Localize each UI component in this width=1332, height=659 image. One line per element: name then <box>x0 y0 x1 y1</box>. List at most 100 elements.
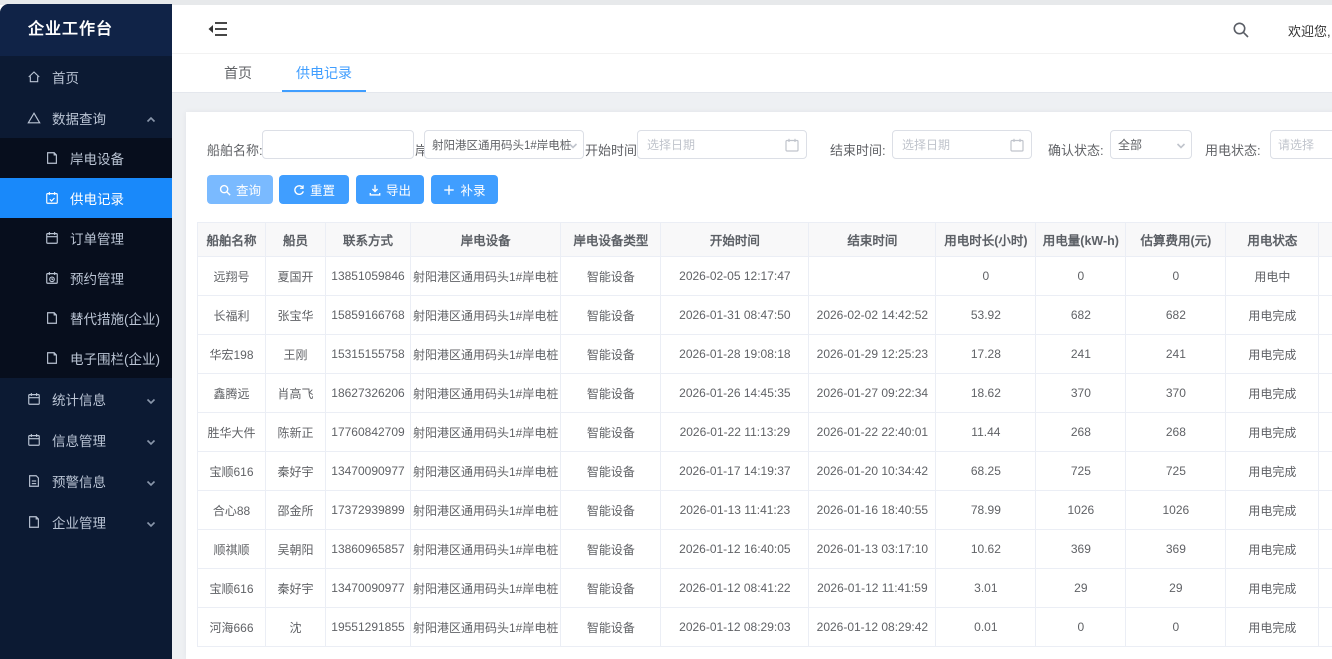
collapse-sidebar-icon[interactable] <box>208 20 228 38</box>
export-button[interactable]: 导出 <box>356 175 424 204</box>
reset-button[interactable]: 重置 <box>279 175 349 204</box>
table-cell: 78.99 <box>936 491 1036 530</box>
table-cell: 13470090977 <box>326 569 411 608</box>
table-cell: 射阳港区通用码头1#岸电桩 <box>411 296 561 335</box>
table-cell: 张宝华 <box>266 296 326 335</box>
table-cell: 沈 <box>266 608 326 647</box>
chevron-down-icon <box>146 476 156 486</box>
table-cell: 长福利 <box>198 296 266 335</box>
table-cell: 68.25 <box>936 452 1036 491</box>
tab-bar: 首页供电记录 <box>172 54 1332 93</box>
column-header: 用电状态 <box>1226 223 1319 257</box>
table-cell: 胜华大件 <box>198 413 266 452</box>
column-header-clipped <box>1319 223 1332 257</box>
column-header: 船员 <box>266 223 326 257</box>
table-cell: 远翔号 <box>198 257 266 296</box>
chevron-down-icon <box>568 140 578 150</box>
table-cell: 17372939899 <box>326 491 411 530</box>
sidebar-item-data-query[interactable]: 数据查询 <box>0 97 172 138</box>
table-cell: 2026-02-05 12:17:47 <box>661 257 809 296</box>
table-cell: 用电完成 <box>1226 452 1319 491</box>
table-cell: 369 <box>1126 530 1226 569</box>
table-row: 长福利张宝华15859166768射阳港区通用码头1#岸电桩智能设备2026-0… <box>198 296 1332 335</box>
table-cell: 射阳港区通用码头1#岸电桩 <box>411 374 561 413</box>
document-icon <box>44 150 60 166</box>
table-cell: 射阳港区通用码头1#岸电桩 <box>411 452 561 491</box>
sidebar-item-alt-measures[interactable]: 替代措施(企业) <box>0 298 172 338</box>
chevron-up-icon <box>146 113 156 123</box>
calendar-icon <box>785 138 799 152</box>
table-cell: 3.01 <box>936 569 1036 608</box>
end-date-input[interactable]: 选择日期 <box>892 130 1032 159</box>
table-cell: 0 <box>1036 257 1126 296</box>
sidebar-item-order-mgmt[interactable]: 订单管理 <box>0 218 172 258</box>
table-cell: 邵金所 <box>266 491 326 530</box>
sidebar-item-shore-device[interactable]: 岸电设备 <box>0 138 172 178</box>
sidebar-item-booking-mgmt[interactable]: 预约管理 <box>0 258 172 298</box>
table-cell: 2026-01-22 22:40:01 <box>809 413 936 452</box>
query-button[interactable]: 查询 <box>207 175 273 204</box>
reset-button-label: 重置 <box>310 180 335 199</box>
sidebar-item-e-fence[interactable]: 电子围栏(企业) <box>0 338 172 378</box>
table-cell: 用电完成 <box>1226 296 1319 335</box>
sidebar-item-warning-info[interactable]: 预警信息 <box>0 460 172 501</box>
table-cell: 肖高飞 <box>266 374 326 413</box>
sidebar-item-power-records[interactable]: 供电记录 <box>0 178 172 218</box>
device-select-value: 射阳港区通用码头1#岸电桩 <box>432 137 571 153</box>
table-cell: 2026-01-17 14:19:37 <box>661 452 809 491</box>
table-cell: 10.62 <box>936 530 1036 569</box>
column-header: 联系方式 <box>326 223 411 257</box>
table-cell: 0 <box>1126 608 1226 647</box>
table-cell: 智能设备 <box>561 452 661 491</box>
table-cell: 2026-01-27 09:22:34 <box>809 374 936 413</box>
table-cell-clipped <box>1319 335 1332 374</box>
table-cell: 682 <box>1036 296 1126 335</box>
search-icon[interactable] <box>1232 21 1250 39</box>
table-cell: 华宏198 <box>198 335 266 374</box>
device-select[interactable]: 射阳港区通用码头1#岸电桩 <box>424 130 584 159</box>
table-cell: 370 <box>1126 374 1226 413</box>
ship-name-input[interactable] <box>262 130 414 159</box>
table-cell <box>809 257 936 296</box>
table-cell: 合心88 <box>198 491 266 530</box>
table-cell: 13470090977 <box>326 452 411 491</box>
table-row: 华宏198王刚15315155758射阳港区通用码头1#岸电桩智能设备2026-… <box>198 335 1332 374</box>
sidebar-item-label: 岸电设备 <box>70 148 124 168</box>
sidebar-item-enterprise-mgmt[interactable]: 企业管理 <box>0 501 172 542</box>
column-header: 结束时间 <box>809 223 936 257</box>
table-cell: 射阳港区通用码头1#岸电桩 <box>411 608 561 647</box>
calendar-clock-icon <box>44 270 60 286</box>
calendar-icon <box>26 432 42 448</box>
file-icon <box>26 473 42 489</box>
records-card: 船舶名称: 岸电设备: 射阳港区通用码头1#岸电桩 开始时间: 选择日期 结束时… <box>186 112 1332 659</box>
start-time-label: 开始时间: <box>585 137 641 165</box>
table-cell: 智能设备 <box>561 491 661 530</box>
table-header-row: 船舶名称船员联系方式岸电设备岸电设备类型开始时间结束时间用电时长(小时)用电量(… <box>198 223 1332 257</box>
tab-power-records[interactable]: 供电记录 <box>274 54 374 92</box>
sidebar-item-stats-info[interactable]: 统计信息 <box>0 378 172 419</box>
start-date-input[interactable]: 选择日期 <box>637 130 807 159</box>
document-icon <box>44 310 60 326</box>
confirm-status-select[interactable]: 全部 <box>1110 130 1192 159</box>
power-status-select[interactable]: 请选择 <box>1270 130 1332 159</box>
content-background: 船舶名称: 岸电设备: 射阳港区通用码头1#岸电桩 开始时间: 选择日期 结束时… <box>172 93 1332 659</box>
document-icon <box>26 514 42 530</box>
table-cell: 53.92 <box>936 296 1036 335</box>
column-header: 船舶名称 <box>198 223 266 257</box>
tab-home[interactable]: 首页 <box>202 54 274 92</box>
sidebar-item-info-mgmt[interactable]: 信息管理 <box>0 419 172 460</box>
query-button-label: 查询 <box>236 180 261 199</box>
table-cell: 15859166768 <box>326 296 411 335</box>
supplement-button-label: 补录 <box>460 180 485 199</box>
sidebar-item-home[interactable]: 首页 <box>0 56 172 97</box>
table-row: 鑫腾远肖高飞18627326206射阳港区通用码头1#岸电桩智能设备2026-0… <box>198 374 1332 413</box>
table-cell: 智能设备 <box>561 374 661 413</box>
supplement-button[interactable]: 补录 <box>431 175 498 204</box>
power-records-table: 船舶名称船员联系方式岸电设备岸电设备类型开始时间结束时间用电时长(小时)用电量(… <box>197 222 1332 647</box>
table-cell-clipped <box>1319 374 1332 413</box>
home-icon <box>26 69 42 85</box>
calendar-icon <box>1010 138 1024 152</box>
table-cell: 241 <box>1036 335 1126 374</box>
sidebar-item-label: 信息管理 <box>52 430 106 450</box>
table-cell: 2026-01-13 11:41:23 <box>661 491 809 530</box>
